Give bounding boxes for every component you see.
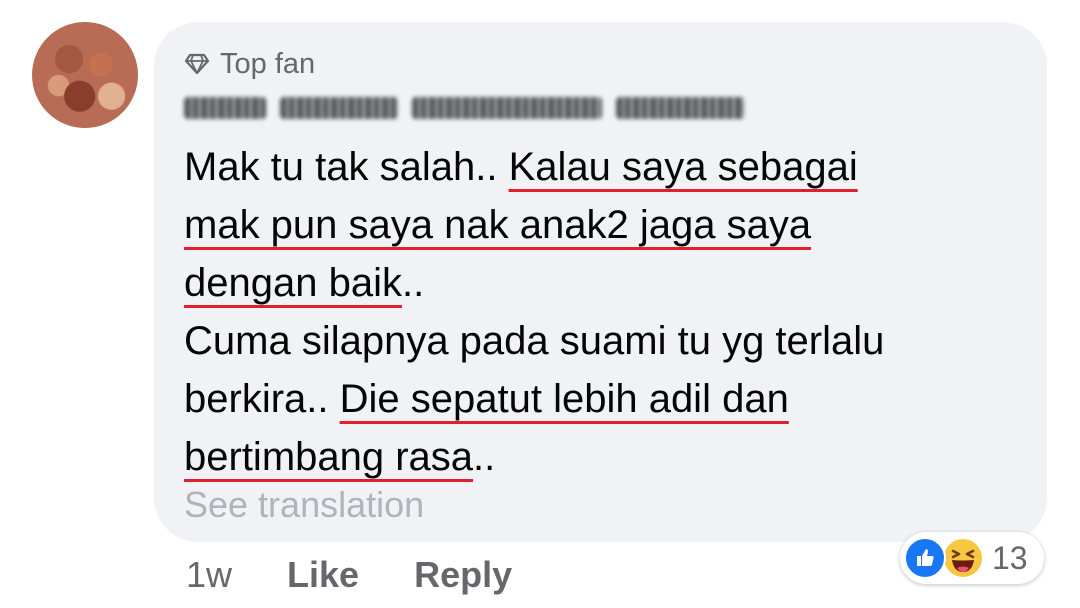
see-translation-link[interactable]: See translation <box>184 484 424 526</box>
badge-label: Top fan <box>220 47 316 80</box>
comment-line: berkira.. Die sepatut lebih adil dan <box>184 377 789 421</box>
comment-line: Cuma silapnya pada suami tu yg terlalu <box>184 319 885 363</box>
comment-line: mak pun saya nak anak2 jaga saya <box>184 203 812 247</box>
reactions-summary[interactable]: 13 <box>900 532 1044 584</box>
comment-line: dengan baik.. <box>184 261 425 305</box>
comment-line: bertimbang rasa.. <box>184 435 496 479</box>
timestamp[interactable]: 1w <box>186 554 232 596</box>
comment-line: Mak tu tak salah.. Kalau saya sebagai <box>184 145 858 189</box>
author-name[interactable] <box>184 90 749 126</box>
comment-text: Mak tu tak salah.. Kalau saya sebagai ma… <box>184 138 1024 486</box>
diamond-icon <box>184 53 210 75</box>
top-fan-badge: Top fan <box>184 46 315 82</box>
haha-icon <box>942 537 984 579</box>
reply-button[interactable]: Reply <box>414 554 512 596</box>
comment-actions: 1w Like Reply <box>186 552 512 598</box>
like-icon <box>904 537 946 579</box>
like-button[interactable]: Like <box>287 554 359 596</box>
avatar[interactable] <box>32 22 138 128</box>
reaction-count: 13 <box>992 540 1028 576</box>
